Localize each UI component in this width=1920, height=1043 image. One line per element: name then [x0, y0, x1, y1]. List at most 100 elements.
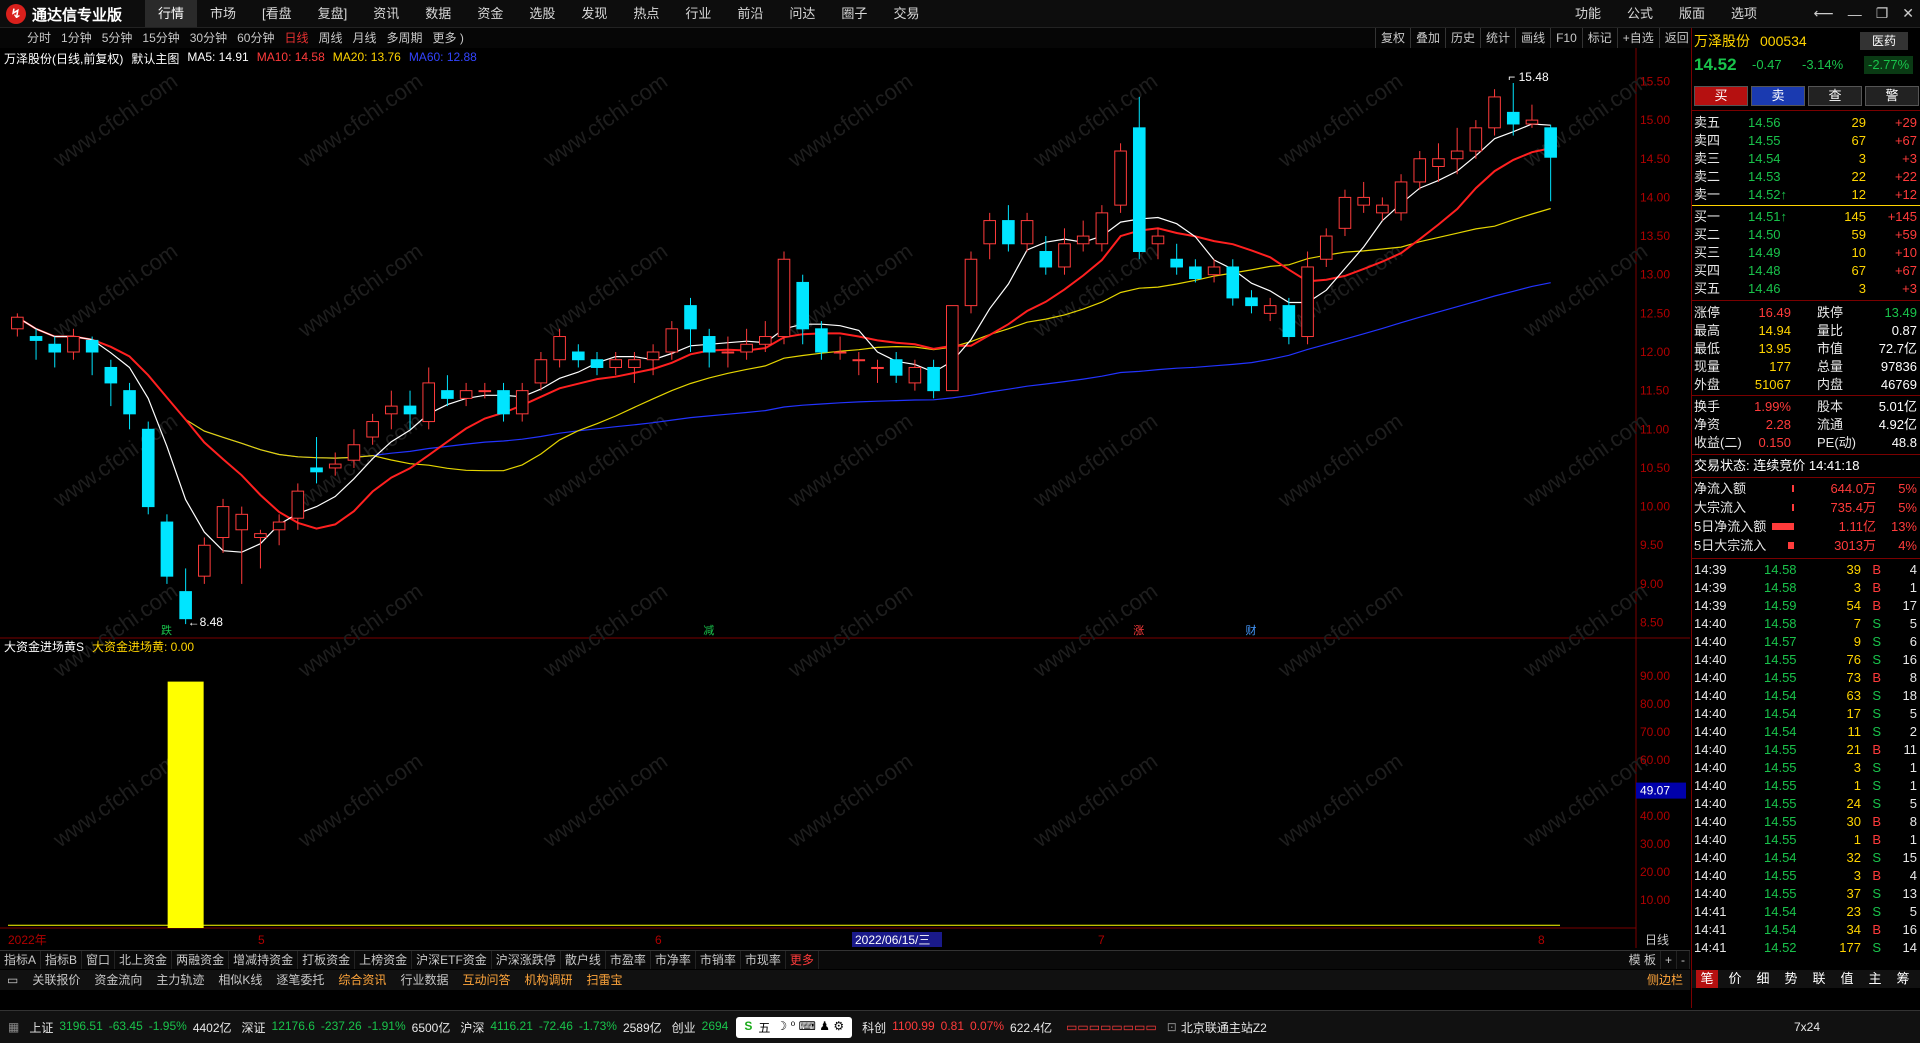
period-tab-0[interactable]: 分时 — [22, 28, 56, 48]
right-menu-item-3[interactable]: 选项 — [1718, 0, 1770, 27]
candle[interactable] — [104, 359, 118, 407]
candle[interactable] — [665, 321, 679, 360]
candle[interactable] — [1413, 151, 1427, 190]
candle[interactable] — [1394, 174, 1408, 221]
candle[interactable] — [11, 313, 24, 337]
candle[interactable] — [1170, 243, 1183, 275]
right-menu-item-1[interactable]: 公式 — [1614, 0, 1666, 27]
menu-item-9[interactable]: 热点 — [620, 0, 672, 27]
connection-status[interactable]: 北京联通主站Z2 — [1181, 1019, 1267, 1036]
chart-tool-2[interactable]: 历史 — [1445, 28, 1480, 48]
panel-tab-0[interactable]: 笔 — [1696, 970, 1718, 988]
candle[interactable] — [441, 375, 454, 407]
period-tab-9[interactable]: 多周期 — [382, 28, 428, 48]
index-hs[interactable]: 沪深 4116.21 -72.46 -1.73% 2589亿 — [460, 1019, 661, 1036]
kline-chart[interactable]: www.cfchi.com www.cfchi.com www.cfchi.com w… — [0, 48, 1690, 948]
candle[interactable] — [590, 352, 604, 376]
menu-item-11[interactable]: 前沿 — [724, 0, 776, 27]
candle[interactable] — [740, 328, 753, 360]
candle[interactable] — [1226, 259, 1240, 306]
candle[interactable] — [1095, 205, 1109, 252]
menu-item-6[interactable]: 资金 — [464, 0, 516, 27]
event-marker[interactable]: 跌 — [161, 623, 172, 637]
index-sh[interactable]: 上证 3196.51 -63.45 -1.95% 4402亿 — [29, 1019, 231, 1036]
candle[interactable] — [1338, 189, 1352, 237]
chart-tool-7[interactable]: +自选 — [1616, 28, 1659, 48]
menu-item-3[interactable]: 复盘] — [305, 0, 361, 27]
candle[interactable] — [422, 367, 436, 430]
indicator-tab-9[interactable]: 沪深涨跌停 — [492, 951, 561, 969]
restore-icon[interactable]: ❐ — [1876, 5, 1889, 22]
minimize-icon[interactable]: — — [1848, 6, 1862, 22]
index-cy[interactable]: 创业 2694 — [672, 1019, 729, 1036]
index-sz[interactable]: 深证 12176.6 -237.26 -1.91% 6500亿 — [242, 1019, 451, 1036]
template-control-0[interactable]: 模 板 — [1625, 951, 1661, 969]
action-button-3[interactable]: 警 — [1865, 86, 1919, 106]
candle[interactable] — [85, 336, 99, 376]
chart-tool-0[interactable]: 复权 — [1375, 28, 1410, 48]
indicator-tab-13[interactable]: 市销率 — [696, 951, 741, 969]
period-tab-8[interactable]: 月线 — [348, 28, 382, 48]
candle[interactable] — [1207, 259, 1221, 283]
info-tab-5[interactable]: 综合资讯 — [331, 970, 393, 990]
ime-toolbar[interactable]: S 五 ☽ ⁰ ⌨ ♟ ⚙ — [736, 1016, 853, 1038]
candle[interactable] — [1263, 297, 1277, 322]
action-button-0[interactable]: 买 — [1694, 86, 1748, 106]
info-tab-9[interactable]: 扫雷宝 — [579, 970, 629, 990]
candle[interactable] — [1506, 83, 1520, 136]
indicator-tab-14[interactable]: 市现率 — [741, 951, 786, 969]
candle[interactable] — [141, 421, 155, 515]
menu-item-8[interactable]: 发现 — [568, 0, 620, 27]
candle[interactable] — [1319, 228, 1333, 267]
menu-item-0[interactable]: 行情 — [145, 0, 198, 27]
panel-tab-6[interactable]: 主 — [1864, 970, 1886, 988]
candle[interactable] — [1114, 143, 1127, 213]
info-tab-4[interactable]: 逐笔委托 — [269, 970, 331, 990]
candle[interactable] — [515, 382, 529, 422]
right-menu-item-0[interactable]: 功能 — [1562, 0, 1614, 27]
candle[interactable] — [497, 382, 510, 422]
panel-tab-1[interactable]: 价 — [1724, 970, 1746, 988]
period-tab-1[interactable]: 1分钟 — [56, 28, 97, 48]
candle[interactable] — [572, 344, 585, 368]
indicator-tab-7[interactable]: 上榜资金 — [355, 951, 413, 969]
chart-tool-8[interactable]: 返回 — [1658, 28, 1694, 48]
candle[interactable] — [160, 514, 174, 584]
info-tab-0[interactable]: 关联报价 — [25, 970, 87, 990]
close-icon[interactable]: ✕ — [1902, 5, 1914, 22]
menu-item-4[interactable]: 资讯 — [360, 0, 412, 27]
candle[interactable] — [871, 359, 884, 383]
indicator-tab-4[interactable]: 两融资金 — [172, 951, 230, 969]
indicator-tab-6[interactable]: 打板资金 — [298, 951, 356, 969]
candle[interactable] — [1002, 205, 1015, 252]
event-marker[interactable]: 减 — [703, 624, 714, 637]
period-tab-10[interactable]: 更多 ) — [428, 28, 469, 48]
indicator-tab-1[interactable]: 指标B — [41, 951, 83, 969]
candle[interactable] — [1132, 96, 1146, 260]
template-control-2[interactable]: - — [1677, 951, 1690, 969]
info-tab-1[interactable]: 资金流向 — [87, 970, 149, 990]
period-tab-5[interactable]: 60分钟 — [232, 28, 279, 48]
candle[interactable] — [216, 498, 230, 553]
candle[interactable] — [272, 514, 286, 546]
indicator-tab-2[interactable]: 窗口 — [82, 951, 116, 969]
chart-tool-3[interactable]: 统计 — [1480, 28, 1515, 48]
candle[interactable] — [964, 251, 978, 314]
candle[interactable] — [534, 352, 548, 391]
event-marker[interactable]: 涨 — [1133, 624, 1144, 637]
menu-item-10[interactable]: 行业 — [672, 0, 724, 27]
indicator-name[interactable]: 大资金进场黄S — [4, 638, 84, 654]
menu-item-7[interactable]: 选股 — [516, 0, 568, 27]
right-menu-item-2[interactable]: 版面 — [1666, 0, 1718, 27]
candle[interactable] — [123, 382, 136, 430]
menu-item-1[interactable]: 市场 — [197, 0, 249, 27]
candle[interactable] — [1020, 212, 1034, 252]
menu-item-5[interactable]: 数据 — [412, 0, 464, 27]
indicator-tab-5[interactable]: 增减持资金 — [229, 951, 299, 969]
period-tab-3[interactable]: 15分钟 — [137, 28, 184, 48]
candle[interactable] — [1245, 290, 1258, 314]
indicator-tab-12[interactable]: 市净率 — [651, 951, 696, 969]
panel-tab-5[interactable]: 值 — [1836, 970, 1858, 988]
candle[interactable] — [29, 328, 43, 360]
panel-tab-2[interactable]: 细 — [1752, 970, 1774, 988]
